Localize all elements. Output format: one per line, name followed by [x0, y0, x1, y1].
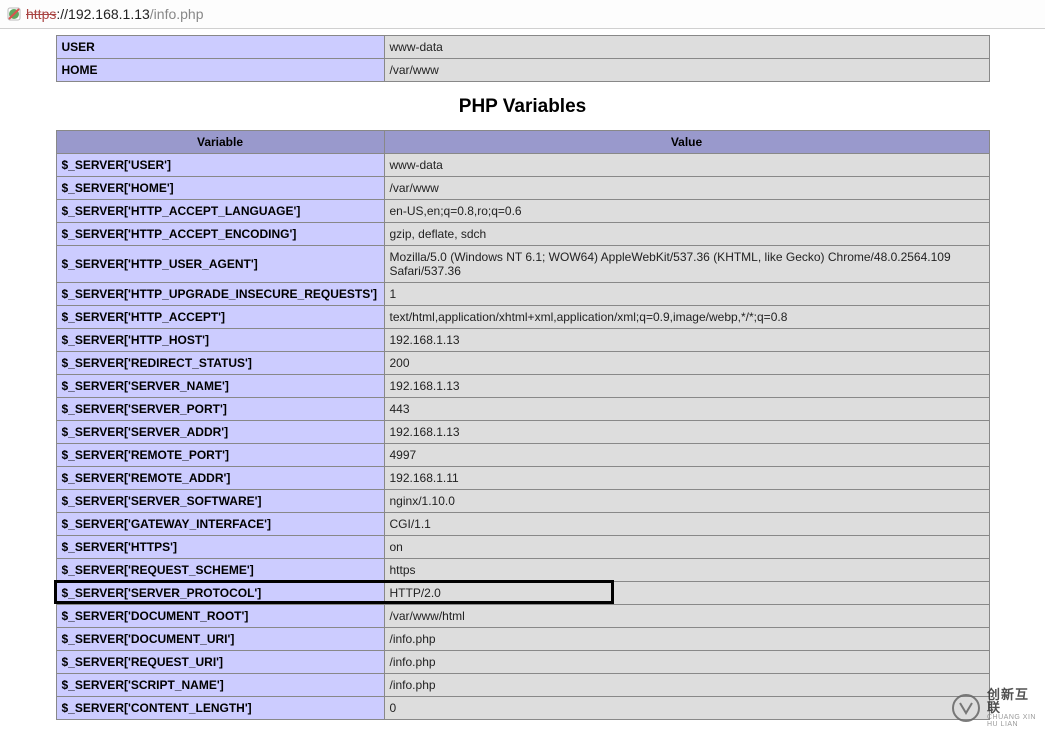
env-table: USERwww-dataHOME/var/www	[56, 35, 990, 82]
var-value: 200	[384, 352, 989, 375]
var-key: $_SERVER['GATEWAY_INTERFACE']	[56, 513, 384, 536]
env-value: www-data	[384, 36, 989, 59]
section-title: PHP Variables	[459, 96, 586, 118]
var-value: CGI/1.1	[384, 513, 989, 536]
env-value: /var/www	[384, 59, 989, 82]
var-key: $_SERVER['HTTP_UPGRADE_INSECURE_REQUESTS…	[56, 283, 384, 306]
var-key: $_SERVER['USER']	[56, 154, 384, 177]
var-value: /info.php	[384, 628, 989, 651]
var-value: www-data	[384, 154, 989, 177]
table-row: $_SERVER['CONTENT_LENGTH']0	[56, 697, 989, 720]
url-sep: ://	[56, 6, 68, 22]
table-row: $_SERVER['SERVER_SOFTWARE']nginx/1.10.0	[56, 490, 989, 513]
var-value: /info.php	[384, 651, 989, 674]
column-header-variable: Variable	[56, 131, 384, 154]
ssl-error-icon	[6, 6, 22, 22]
var-value: /var/www/html	[384, 605, 989, 628]
url-host: 192.168.1.13	[68, 6, 150, 22]
table-header-row: VariableValue	[56, 131, 989, 154]
var-value: 0	[384, 697, 989, 720]
table-row: $_SERVER['HTTP_ACCEPT_ENCODING']gzip, de…	[56, 223, 989, 246]
table-row: $_SERVER['SERVER_NAME']192.168.1.13	[56, 375, 989, 398]
var-key: $_SERVER['HTTP_ACCEPT_LANGUAGE']	[56, 200, 384, 223]
var-key: $_SERVER['REDIRECT_STATUS']	[56, 352, 384, 375]
var-value: text/html,application/xhtml+xml,applicat…	[384, 306, 989, 329]
var-value: 192.168.1.13	[384, 421, 989, 444]
var-key: $_SERVER['HTTP_ACCEPT_ENCODING']	[56, 223, 384, 246]
var-value: /info.php	[384, 674, 989, 697]
var-key: $_SERVER['REQUEST_URI']	[56, 651, 384, 674]
table-row: $_SERVER['REDIRECT_STATUS']200	[56, 352, 989, 375]
table-row: $_SERVER['REQUEST_URI']/info.php	[56, 651, 989, 674]
table-row: $_SERVER['HTTP_ACCEPT_LANGUAGE']en-US,en…	[56, 200, 989, 223]
table-row: $_SERVER['SCRIPT_NAME']/info.php	[56, 674, 989, 697]
env-key: USER	[56, 36, 384, 59]
var-key: $_SERVER['HTTP_USER_AGENT']	[56, 246, 384, 283]
column-header-value: Value	[384, 131, 989, 154]
var-value: en-US,en;q=0.8,ro;q=0.6	[384, 200, 989, 223]
var-value: 443	[384, 398, 989, 421]
var-value: 4997	[384, 444, 989, 467]
table-row: $_SERVER['SERVER_ADDR']192.168.1.13	[56, 421, 989, 444]
table-row: $_SERVER['USER']www-data	[56, 154, 989, 177]
var-key: $_SERVER['DOCUMENT_ROOT']	[56, 605, 384, 628]
var-value: HTTP/2.0	[384, 582, 989, 605]
table-row: $_SERVER['HTTP_USER_AGENT']Mozilla/5.0 (…	[56, 246, 989, 283]
var-key: $_SERVER['REMOTE_ADDR']	[56, 467, 384, 490]
var-value: 192.168.1.11	[384, 467, 989, 490]
table-row: $_SERVER['HTTP_UPGRADE_INSECURE_REQUESTS…	[56, 283, 989, 306]
table-row: $_SERVER['DOCUMENT_ROOT']/var/www/html	[56, 605, 989, 628]
var-value: on	[384, 536, 989, 559]
var-value: gzip, deflate, sdch	[384, 223, 989, 246]
var-key: $_SERVER['CONTENT_LENGTH']	[56, 697, 384, 720]
var-value: 192.168.1.13	[384, 329, 989, 352]
var-value: https	[384, 559, 989, 582]
table-row: $_SERVER['REQUEST_SCHEME']https	[56, 559, 989, 582]
table-row: $_SERVER['HTTPS']on	[56, 536, 989, 559]
table-row: $_SERVER['HOME']/var/www	[56, 177, 989, 200]
table-row: $_SERVER['SERVER_PROTOCOL']HTTP/2.0	[56, 582, 989, 605]
php-variables-table: VariableValue$_SERVER['USER']www-data$_S…	[56, 130, 990, 720]
var-key: $_SERVER['DOCUMENT_URI']	[56, 628, 384, 651]
var-value: /var/www	[384, 177, 989, 200]
var-value: Mozilla/5.0 (Windows NT 6.1; WOW64) Appl…	[384, 246, 989, 283]
var-value: 1	[384, 283, 989, 306]
table-row: $_SERVER['REMOTE_PORT']4997	[56, 444, 989, 467]
table-row: USERwww-data	[56, 36, 989, 59]
var-key: $_SERVER['SERVER_SOFTWARE']	[56, 490, 384, 513]
var-value: 192.168.1.13	[384, 375, 989, 398]
table-row: $_SERVER['DOCUMENT_URI']/info.php	[56, 628, 989, 651]
var-key: $_SERVER['SERVER_NAME']	[56, 375, 384, 398]
table-row: $_SERVER['HTTP_HOST']192.168.1.13	[56, 329, 989, 352]
var-key: $_SERVER['HTTP_ACCEPT']	[56, 306, 384, 329]
var-key: $_SERVER['SERVER_ADDR']	[56, 421, 384, 444]
url-path: /info.php	[150, 6, 204, 22]
var-key: $_SERVER['SERVER_PROTOCOL']	[56, 582, 384, 605]
var-key: $_SERVER['SERVER_PORT']	[56, 398, 384, 421]
env-key: HOME	[56, 59, 384, 82]
table-row: $_SERVER['SERVER_PORT']443	[56, 398, 989, 421]
watermark-text-big: 创新互联	[987, 688, 1041, 714]
var-key: $_SERVER['HOME']	[56, 177, 384, 200]
table-row: $_SERVER['GATEWAY_INTERFACE']CGI/1.1	[56, 513, 989, 536]
watermark-text-small: CHUANG XIN HU LIAN	[987, 714, 1041, 728]
var-key: $_SERVER['REMOTE_PORT']	[56, 444, 384, 467]
watermark-logo: 创新互联 CHUANG XIN HU LIAN	[951, 690, 1041, 726]
var-key: $_SERVER['HTTP_HOST']	[56, 329, 384, 352]
table-row: $_SERVER['HTTP_ACCEPT']text/html,applica…	[56, 306, 989, 329]
url-protocol: https	[26, 6, 56, 22]
var-key: $_SERVER['HTTPS']	[56, 536, 384, 559]
table-row: $_SERVER['REMOTE_ADDR']192.168.1.11	[56, 467, 989, 490]
var-value: nginx/1.10.0	[384, 490, 989, 513]
table-row: HOME/var/www	[56, 59, 989, 82]
var-key: $_SERVER['REQUEST_SCHEME']	[56, 559, 384, 582]
var-key: $_SERVER['SCRIPT_NAME']	[56, 674, 384, 697]
browser-address-bar: https://192.168.1.13/info.php	[0, 0, 1045, 29]
url-display[interactable]: https://192.168.1.13/info.php	[26, 6, 204, 22]
